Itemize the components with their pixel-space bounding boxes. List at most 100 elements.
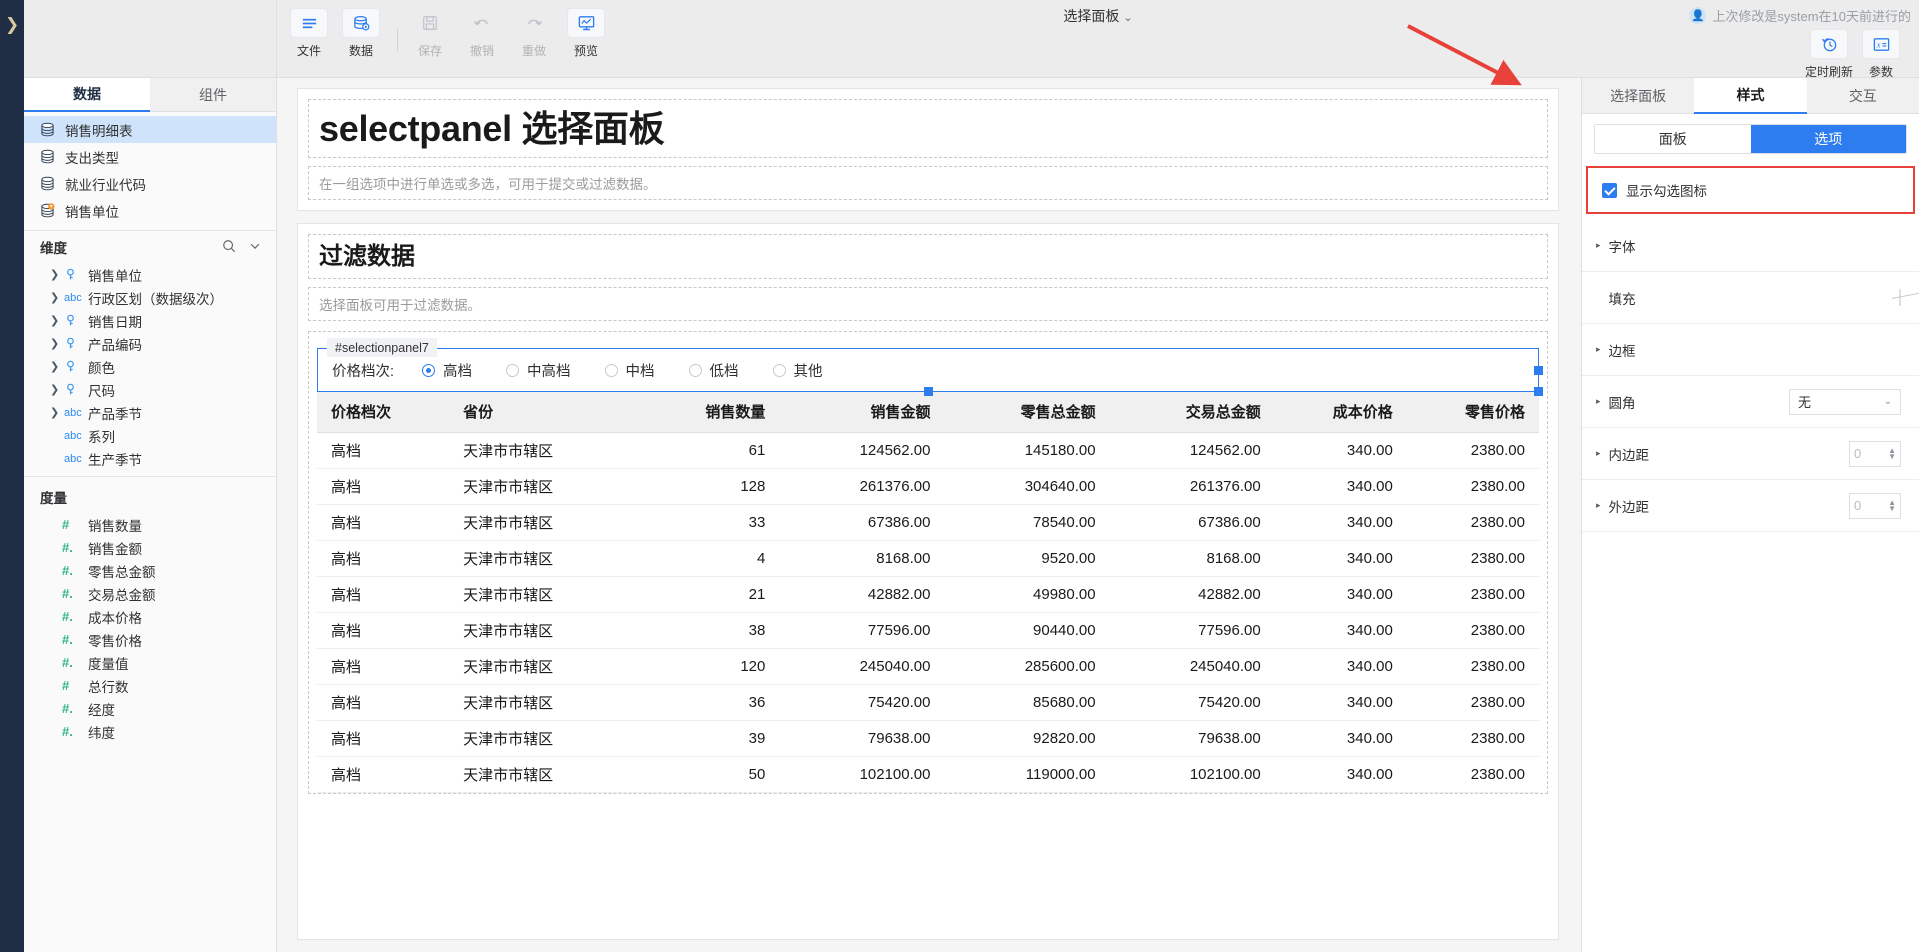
toolbar-redo-button[interactable]: 重做 xyxy=(512,8,556,60)
expand-caret-icon[interactable]: ❯ xyxy=(50,360,64,373)
radio-option-3[interactable]: 低档 xyxy=(689,360,739,381)
dataset-item-3[interactable]: 销售单位 xyxy=(24,197,276,224)
dataset-item-0[interactable]: 销售明细表 xyxy=(24,116,276,143)
toolbar-save-button[interactable]: 保存 xyxy=(408,8,452,60)
measure-item-5[interactable]: #.零售价格 xyxy=(24,628,276,651)
toolbar-data-button[interactable]: 数据 xyxy=(339,8,383,60)
table-row[interactable]: 高档天津市市辖区120245040.00285600.00245040.0034… xyxy=(317,648,1539,684)
outer-margin-stepper[interactable]: 0 ▲▼ xyxy=(1849,493,1901,519)
resize-handle-middle-right[interactable] xyxy=(1534,366,1543,375)
selection-panel[interactable]: 价格档次: 高档 中高档 中档 低档 其他 xyxy=(317,348,1539,392)
section-title-block[interactable]: 过滤数据 xyxy=(308,234,1548,279)
stepper-arrows-icon[interactable]: ▲▼ xyxy=(1888,448,1896,460)
radio-dot-icon xyxy=(422,364,435,377)
table-cell: 49980.00 xyxy=(944,576,1109,612)
measure-item-9[interactable]: #.纬度 xyxy=(24,720,276,743)
table-cell: 高档 xyxy=(317,432,449,468)
dimension-item-6[interactable]: ❯abc产品季节 xyxy=(24,401,276,424)
table-cell: 天津市市辖区 xyxy=(449,576,636,612)
tab-select-panel[interactable]: 选择面板 xyxy=(1582,78,1694,114)
measure-item-0[interactable]: #销售数量 xyxy=(24,513,276,536)
tab-components[interactable]: 组件 xyxy=(150,78,276,112)
toolbar-parameter-button[interactable]: x 参数 xyxy=(1859,29,1903,81)
property-row-corner-radius[interactable]: ▸ 圆角 无 ⌄ xyxy=(1582,376,1919,428)
measure-item-2[interactable]: #.零售总金额 xyxy=(24,559,276,582)
expand-caret-icon[interactable]: ❯ xyxy=(50,268,64,281)
measure-item-3[interactable]: #.交易总金额 xyxy=(24,582,276,605)
measure-item-8[interactable]: #.经度 xyxy=(24,697,276,720)
dimension-item-8[interactable]: ❯abc生产季节 xyxy=(24,447,276,470)
radio-option-0[interactable]: 高档 xyxy=(422,360,472,381)
section-subtitle-block[interactable]: 选择面板可用于过滤数据。 xyxy=(308,287,1548,321)
segment-panel-button[interactable]: 面板 xyxy=(1595,125,1751,153)
property-row-font[interactable]: ▸ 字体 xyxy=(1582,220,1919,272)
radio-option-4[interactable]: 其他 xyxy=(773,360,823,381)
table-row[interactable]: 高档天津市市辖区48168.009520.008168.00340.002380… xyxy=(317,540,1539,576)
measure-item-7[interactable]: #总行数 xyxy=(24,674,276,697)
radio-option-2[interactable]: 中档 xyxy=(605,360,655,381)
corner-radius-select[interactable]: 无 ⌄ xyxy=(1789,389,1901,415)
dimension-item-3[interactable]: ❯产品编码 xyxy=(24,332,276,355)
stepper-arrows-icon[interactable]: ▲▼ xyxy=(1888,500,1896,512)
hero-title-block[interactable]: selectpanel 选择面板 xyxy=(308,99,1548,158)
table-row[interactable]: 高档天津市市辖区3675420.0085680.0075420.00340.00… xyxy=(317,684,1539,720)
table-row[interactable]: 高档天津市市辖区128261376.00304640.00261376.0034… xyxy=(317,468,1539,504)
expand-caret-icon[interactable]: ❯ xyxy=(50,383,64,396)
tab-style[interactable]: 样式 xyxy=(1694,78,1806,114)
measure-item-6[interactable]: #.度量值 xyxy=(24,651,276,674)
toolbar-undo-button[interactable]: 撤销 xyxy=(460,8,504,60)
expand-caret-icon[interactable]: ❯ xyxy=(50,314,64,327)
dimension-item-2[interactable]: ❯销售日期 xyxy=(24,309,276,332)
inner-padding-stepper[interactable]: 0 ▲▼ xyxy=(1849,441,1901,467)
chevron-down-icon[interactable]: ⌄ xyxy=(1123,12,1132,24)
table-column-header[interactable]: 零售价格 xyxy=(1407,392,1539,432)
table-row[interactable]: 高档天津市市辖区3979638.0092820.0079638.00340.00… xyxy=(317,720,1539,756)
table-column-header[interactable]: 交易总金额 xyxy=(1110,392,1275,432)
chevron-down-icon[interactable] xyxy=(248,239,262,256)
table-column-header[interactable]: 省份 xyxy=(449,392,636,432)
property-row-inner-padding[interactable]: ▸ 内边距 0 ▲▼ xyxy=(1582,428,1919,480)
table-row[interactable]: 高档天津市市辖区61124562.00145180.00124562.00340… xyxy=(317,432,1539,468)
measure-item-4[interactable]: #.成本价格 xyxy=(24,605,276,628)
show-check-icon-row[interactable]: 显示勾选图标 xyxy=(1602,180,1899,200)
table-column-header[interactable]: 销售数量 xyxy=(636,392,779,432)
selection-panel-widget[interactable]: #selectionpanel7 价格档次: 高档 中高档 中档 低档 其他 xyxy=(317,342,1539,392)
expand-rail-icon[interactable]: ❯ xyxy=(5,16,19,33)
expand-caret-icon[interactable]: ❯ xyxy=(50,337,64,350)
dimension-item-7[interactable]: ❯abc系列 xyxy=(24,424,276,447)
table-row[interactable]: 高档天津市市辖区3877596.0090440.0077596.00340.00… xyxy=(317,612,1539,648)
dimension-item-1[interactable]: ❯abc行政区划（数据级次） xyxy=(24,286,276,309)
measure-item-1[interactable]: #.销售金额 xyxy=(24,536,276,559)
toolbar-file-button[interactable]: 文件 xyxy=(287,8,331,60)
table-column-header[interactable]: 价格档次 xyxy=(317,392,449,432)
property-row-outer-margin[interactable]: ▸ 外边距 0 ▲▼ xyxy=(1582,480,1919,532)
dataset-item-1[interactable]: 支出类型 xyxy=(24,143,276,170)
tab-data[interactable]: 数据 xyxy=(24,78,150,112)
hero-subtitle-block[interactable]: 在一组选项中进行单选或多选，可用于提交或过滤数据。 xyxy=(308,166,1548,200)
fill-swatch[interactable] xyxy=(1899,289,1901,306)
segment-options-button[interactable]: 选项 xyxy=(1751,125,1907,153)
toolbar-timed-refresh-button[interactable]: 定时刷新 xyxy=(1807,29,1851,81)
dimension-item-4[interactable]: ❯颜色 xyxy=(24,355,276,378)
expand-caret-icon[interactable]: ❯ xyxy=(50,291,64,304)
table-column-header[interactable]: 零售总金额 xyxy=(944,392,1109,432)
table-column-header[interactable]: 销售金额 xyxy=(779,392,944,432)
resize-handle-bottom-right[interactable] xyxy=(1534,387,1543,396)
radio-option-1[interactable]: 中高档 xyxy=(506,360,571,381)
toolbar-preview-button[interactable]: 预览 xyxy=(564,8,608,60)
table-row[interactable]: 高档天津市市辖区50102100.00119000.00102100.00340… xyxy=(317,756,1539,792)
dimension-item-0[interactable]: ❯销售单位 xyxy=(24,263,276,286)
table-row[interactable]: 高档天津市市辖区2142882.0049980.0042882.00340.00… xyxy=(317,576,1539,612)
table-column-header[interactable]: 成本价格 xyxy=(1275,392,1407,432)
dataset-item-2[interactable]: 就业行业代码 xyxy=(24,170,276,197)
tab-interaction[interactable]: 交互 xyxy=(1807,78,1919,114)
dimension-item-5[interactable]: ❯尺码 xyxy=(24,378,276,401)
design-canvas[interactable]: selectpanel 选择面板 在一组选项中进行单选或多选，可用于提交或过滤数… xyxy=(277,78,1581,952)
expand-caret-icon[interactable]: ❯ xyxy=(50,406,64,419)
property-row-border[interactable]: ▸ 边框 xyxy=(1582,324,1919,376)
table-row[interactable]: 高档天津市市辖区3367386.0078540.0067386.00340.00… xyxy=(317,504,1539,540)
search-icon[interactable] xyxy=(222,239,236,256)
checkbox-icon[interactable] xyxy=(1602,183,1617,198)
document-title[interactable]: 选择面板⌄ xyxy=(1063,6,1132,26)
resize-handle-bottom-center[interactable] xyxy=(924,387,933,396)
